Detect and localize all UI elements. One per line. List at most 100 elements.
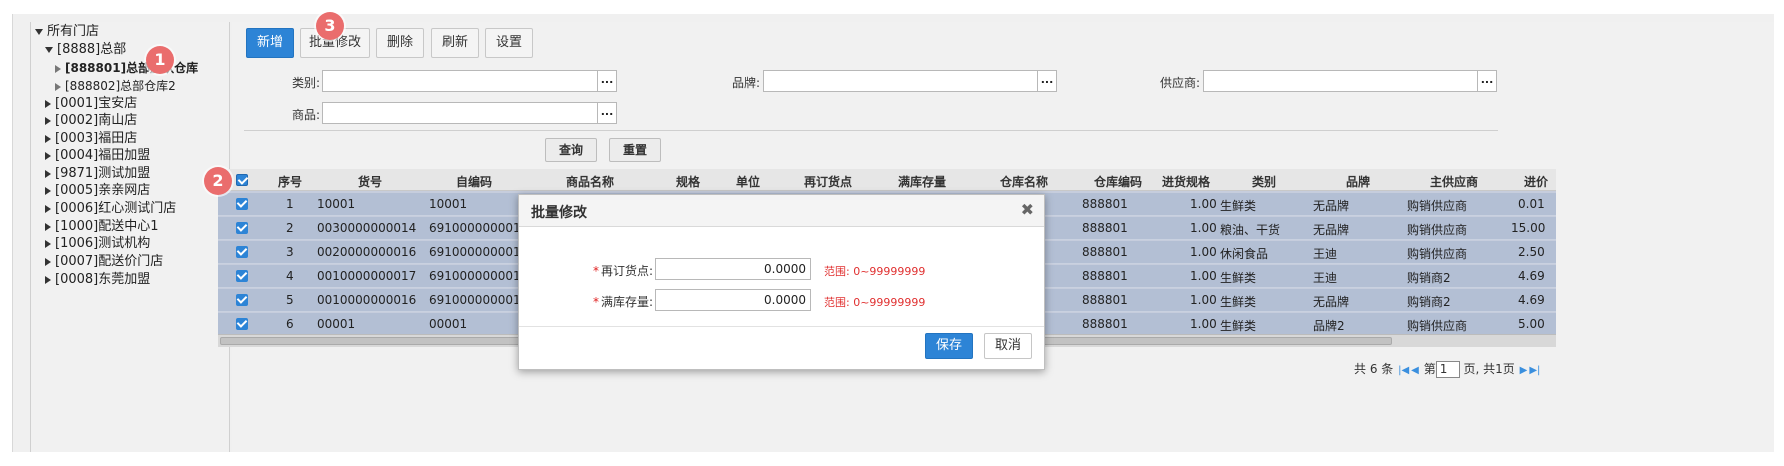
next-page-icon[interactable]: ▶ xyxy=(1520,365,1528,376)
expand-arrow-icon[interactable] xyxy=(45,204,51,213)
tree-node-store[interactable]: [0001]宝安店 xyxy=(45,95,137,113)
cell-brand: 无品牌 xyxy=(1313,295,1350,309)
cancel-button[interactable]: 取消 xyxy=(984,333,1032,359)
settings-button[interactable]: 设置 xyxy=(485,28,533,58)
cell-code: 6910000000016 xyxy=(429,293,529,307)
tree-node-store[interactable]: [0005]亲亲网店 xyxy=(45,182,150,200)
cell-supplier: 购销供应商 xyxy=(1407,223,1468,237)
cell-index: 1 xyxy=(286,197,294,211)
col-header-sku[interactable]: 货号 xyxy=(358,173,382,190)
category-label: 类别: xyxy=(291,76,320,90)
col-header-unit[interactable]: 单位 xyxy=(736,173,760,190)
cell-purchase-spec: 1.00 xyxy=(1190,221,1217,235)
tree-root[interactable]: 所有门店 xyxy=(35,23,99,41)
max-stock-input[interactable]: 0.0000 xyxy=(655,289,811,311)
supplier-label: 供应商: xyxy=(1159,76,1200,90)
row-checkbox[interactable] xyxy=(236,246,248,258)
expand-arrow-icon[interactable] xyxy=(45,134,51,143)
max-stock-label: * 满库存量: xyxy=(592,295,653,309)
tree-node-store[interactable]: [9871]测试加盟 xyxy=(45,165,150,183)
expand-arrow-icon[interactable] xyxy=(45,257,51,266)
row-checkbox[interactable] xyxy=(236,270,248,282)
col-header-name[interactable]: 商品名称 xyxy=(566,173,614,190)
refresh-button[interactable]: 刷新 xyxy=(431,28,479,58)
expand-arrow-icon[interactable] xyxy=(45,239,51,248)
query-button[interactable]: 查询 xyxy=(545,138,597,162)
cell-brand: 无品牌 xyxy=(1313,199,1350,213)
tree-node-store[interactable]: [0008]东莞加盟 xyxy=(45,271,150,289)
cell-warehouse-code: 888801 xyxy=(1082,293,1128,307)
category-input[interactable] xyxy=(322,70,598,92)
pager: 共 6 条 |◀ ◀ 第1 页, 共1页 ▶ ▶| xyxy=(1354,360,1541,378)
col-header-warehouse-code[interactable]: 仓库编码 xyxy=(1094,173,1142,190)
reorder-range-hint: 范围: 0~99999999 xyxy=(824,265,926,278)
expand-arrow-icon[interactable] xyxy=(45,275,51,284)
prev-page-icon[interactable]: ◀ xyxy=(1411,365,1419,376)
tree-node-hq[interactable]: [8888]总部 xyxy=(45,41,126,59)
expand-arrow-icon[interactable] xyxy=(45,169,51,178)
col-header-purchase-spec[interactable]: 进货规格 xyxy=(1162,173,1210,190)
col-header-price[interactable]: 进价 xyxy=(1524,173,1548,190)
col-header-reorder[interactable]: 再订货点 xyxy=(804,173,852,190)
page-number-input[interactable]: 1 xyxy=(1435,361,1460,378)
store-tree: 所有门店 [8888]总部 [888801]总部默认仓库 [888802]总部仓… xyxy=(30,22,230,452)
col-header-code[interactable]: 自编码 xyxy=(456,173,492,190)
batch-edit-dialog: 批量修改 ✖ * 再订货点: 0.0000 范围: 0~99999999 * 满库存… xyxy=(518,194,1045,370)
expand-arrow-icon[interactable] xyxy=(55,82,61,91)
tree-node-store[interactable]: [1000]配送中心1 xyxy=(45,218,159,236)
reset-button[interactable]: 重置 xyxy=(609,138,661,162)
select-all-checkbox[interactable] xyxy=(236,174,248,186)
pager-total: 共 6 条 xyxy=(1354,362,1394,376)
cell-warehouse-code: 888801 xyxy=(1082,269,1128,283)
tree-node-store[interactable]: [0007]配送价门店 xyxy=(45,253,163,271)
collapse-arrow-icon[interactable] xyxy=(35,28,43,35)
col-header-warehouse-name[interactable]: 仓库名称 xyxy=(1000,173,1048,190)
tree-node-store[interactable]: [0004]福田加盟 xyxy=(45,147,150,165)
cell-sku: 0010000000017 xyxy=(317,269,417,283)
tree-node-hq-child-1[interactable]: [888801]总部默认仓库 xyxy=(55,59,198,77)
reorder-input[interactable]: 0.0000 xyxy=(655,258,811,280)
col-header-max-stock[interactable]: 满库存量 xyxy=(898,173,946,190)
expand-arrow-icon[interactable] xyxy=(45,151,51,160)
cell-category: 生鲜类 xyxy=(1220,295,1257,309)
col-header-spec[interactable]: 规格 xyxy=(676,173,700,190)
collapse-arrow-icon[interactable] xyxy=(45,46,53,53)
expand-arrow-icon[interactable] xyxy=(45,186,51,195)
cell-sku: 0030000000014 xyxy=(317,221,417,235)
row-checkbox[interactable] xyxy=(236,222,248,234)
cell-code: 10001 xyxy=(429,197,468,211)
close-icon[interactable]: ✖ xyxy=(1021,200,1034,219)
row-checkbox[interactable] xyxy=(236,294,248,306)
col-header-category[interactable]: 类别 xyxy=(1252,173,1276,190)
cell-price: 0.01 xyxy=(1518,197,1545,211)
last-page-icon[interactable]: ▶| xyxy=(1529,365,1540,376)
cell-brand: 王迪 xyxy=(1313,247,1338,261)
supplier-input[interactable] xyxy=(1203,70,1479,92)
row-checkbox[interactable] xyxy=(236,318,248,330)
add-button[interactable]: 新增 xyxy=(246,28,294,58)
save-button[interactable]: 保存 xyxy=(925,333,973,359)
tree-node-store[interactable]: [0002]南山店 xyxy=(45,112,137,130)
tree-node-hq-child-2[interactable]: [888802]总部仓库2 xyxy=(55,77,176,95)
col-header-brand[interactable]: 品牌 xyxy=(1346,173,1370,190)
tree-node-store[interactable]: [0003]福田店 xyxy=(45,130,137,148)
supplier-picker-button[interactable]: ... xyxy=(1477,70,1497,92)
delete-button[interactable]: 删除 xyxy=(376,28,424,58)
row-checkbox[interactable] xyxy=(236,198,248,210)
category-picker-button[interactable]: ... xyxy=(597,70,617,92)
cell-brand: 品牌2 xyxy=(1313,319,1345,333)
product-picker-button[interactable]: ... xyxy=(597,102,617,124)
cell-purchase-spec: 1.00 xyxy=(1190,197,1217,211)
expand-arrow-icon[interactable] xyxy=(45,116,51,125)
tree-node-store[interactable]: [0006]红心测试门店 xyxy=(45,200,176,218)
col-header-index[interactable]: 序号 xyxy=(278,173,302,190)
first-page-icon[interactable]: |◀ xyxy=(1398,365,1409,376)
col-header-supplier[interactable]: 主供应商 xyxy=(1430,173,1478,190)
expand-arrow-icon[interactable] xyxy=(45,99,51,108)
brand-input[interactable] xyxy=(763,70,1039,92)
brand-picker-button[interactable]: ... xyxy=(1037,70,1057,92)
expand-arrow-icon[interactable] xyxy=(45,222,51,231)
expand-arrow-icon[interactable] xyxy=(55,64,61,73)
product-input[interactable] xyxy=(322,102,598,124)
tree-node-store[interactable]: [1006]测试机构 xyxy=(45,235,150,253)
